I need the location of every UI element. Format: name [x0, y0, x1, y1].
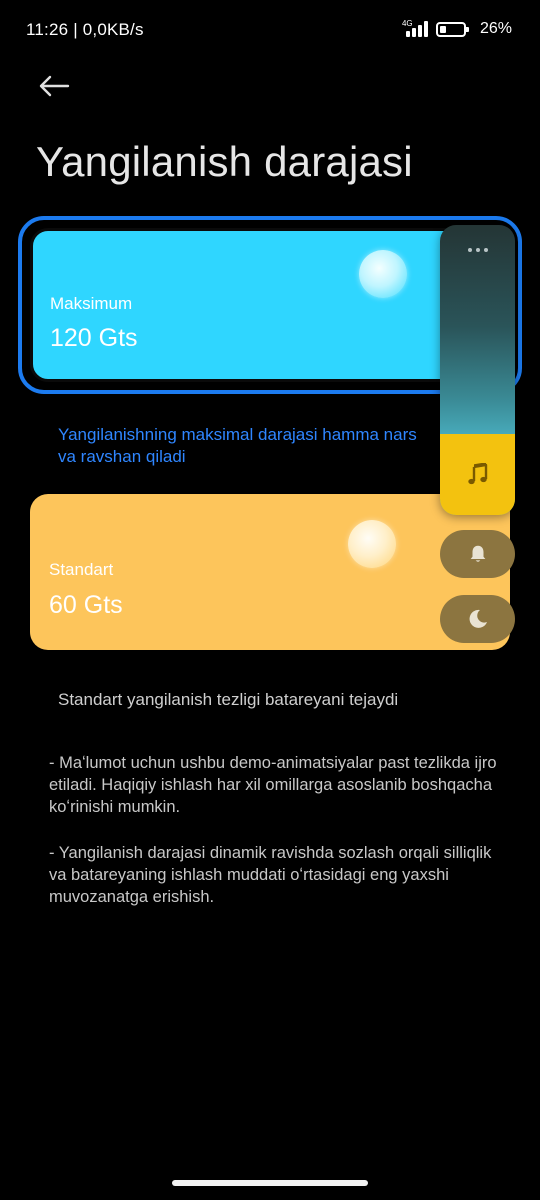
description-line: Yangilanishning maksimal darajasi hamma …	[58, 425, 417, 444]
battery-icon	[435, 21, 469, 37]
back-button[interactable]	[34, 68, 74, 104]
status-indicators: 4G 26%	[401, 19, 512, 38]
music-mode-button[interactable]	[440, 434, 515, 515]
option-description-standart: Standart yangilanish tezligi batareyani …	[58, 690, 399, 709]
more-icon[interactable]	[440, 235, 515, 265]
info-note: - Maʻlumot uchun ushbu demo-animatsiyala…	[49, 754, 497, 816]
arrow-left-icon	[39, 75, 70, 97]
moon-button[interactable]	[440, 595, 515, 643]
music-note-icon	[467, 462, 487, 484]
option-value: 120 Gts	[50, 324, 138, 352]
network-type-label: 4G	[401, 19, 413, 28]
option-card-standart[interactable]: Standart 60 Gts	[30, 494, 510, 650]
moon-icon	[469, 609, 487, 628]
info-note: - Yangilanish darajasi dinamik ravishda …	[49, 844, 492, 906]
option-label: Maksimum	[50, 294, 133, 313]
preview-orb-icon	[359, 250, 407, 298]
status-bar: 11:26 | 0,0KB/s 4G 26%	[0, 0, 540, 62]
home-indicator[interactable]	[172, 1180, 368, 1186]
floating-widget-panel[interactable]	[440, 225, 515, 515]
status-time-speed: 11:26 | 0,0KB/s	[26, 20, 144, 39]
option-label: Standart	[49, 560, 114, 579]
option-card-maksimum[interactable]: Maksimum 120 Gts	[30, 228, 510, 382]
preview-orb-icon	[348, 520, 396, 568]
option-value: 60 Gts	[49, 591, 123, 619]
description-line: va ravshan qiladi	[58, 447, 186, 466]
signal-icon: 4G	[401, 19, 428, 37]
battery-percent: 26%	[479, 20, 512, 37]
bell-button[interactable]	[440, 530, 515, 578]
option-description-maksimum: Yangilanishning maksimal darajasi hamma …	[58, 424, 478, 468]
bell-icon	[470, 545, 485, 562]
page-title: Yangilanish darajasi	[36, 138, 413, 185]
